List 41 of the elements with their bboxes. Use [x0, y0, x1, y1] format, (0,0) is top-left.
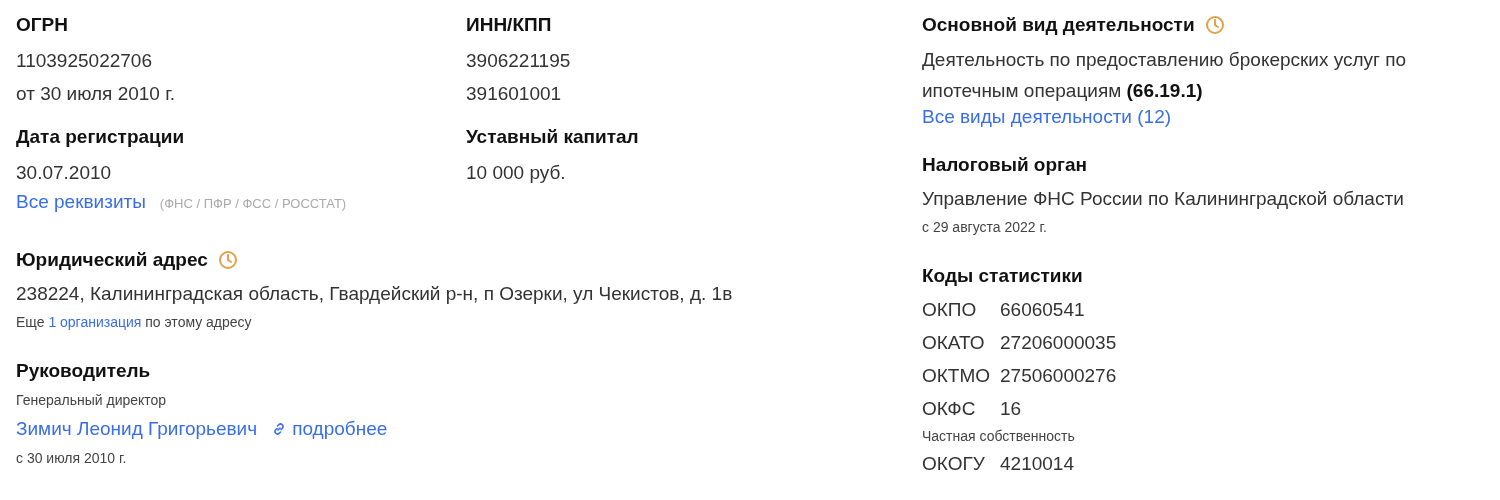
section-title: Юридический адрес — [16, 248, 208, 272]
activity-description: Деятельность по предоставлению брокерских услуг по ипотечным операциям (66.19.1) — [922, 48, 1408, 103]
section-title: Основной вид деятельности — [922, 13, 1195, 37]
section-title: Коды статистики — [922, 264, 1083, 288]
section-title: Налоговый орган — [922, 153, 1088, 177]
tax-authority-since: с 29 августа 2022 г. — [922, 218, 1047, 237]
code-label: ОКТМО — [922, 364, 992, 388]
address-note: Еще 1 организация по этому адресу — [16, 313, 252, 332]
code-label: ОКФС — [922, 397, 977, 421]
field-label: ОГРН — [16, 13, 68, 37]
code-value: 27506000276 — [1000, 364, 1117, 388]
organization-link[interactable]: 1 организация — [48, 314, 142, 330]
sources-note: (ФНС / ПФР / ФСС / РОССТАТ) — [159, 196, 347, 211]
manager-position: Генеральный директор — [16, 391, 167, 410]
clock-icon[interactable] — [217, 250, 238, 270]
field-value: от 30 июля 2010 г. — [16, 82, 176, 106]
clock-icon[interactable] — [1204, 15, 1225, 35]
field-value: 10 000 руб. — [466, 161, 566, 185]
field-value: 30.07.2010 — [16, 161, 112, 185]
field-label: ИНН/КПП — [466, 13, 552, 37]
tax-authority-value: Управление ФНС России по Калининградской области — [922, 187, 1404, 211]
code-label: ОКПО — [922, 298, 978, 322]
field-value: 3906221195 — [466, 49, 571, 73]
section-title: Руководитель — [16, 359, 151, 383]
code-label: ОКАТО — [922, 331, 986, 355]
manager-since: с 30 июля 2010 г. — [16, 449, 127, 468]
code-value: 27206000035 — [1000, 331, 1117, 355]
code-value: 4210014 — [1000, 452, 1075, 476]
details-link[interactable]: подробнее — [271, 412, 388, 446]
field-label: Уставный капитал — [466, 125, 639, 149]
code-value: 16 — [1000, 397, 1023, 421]
manager-name-link[interactable]: Зимич Леонид Григорьевич — [16, 412, 258, 446]
field-value: 1103925022706 — [16, 49, 152, 73]
field-value: 391601001 — [466, 82, 562, 106]
field-label: Дата регистрации — [16, 125, 185, 149]
all-activities-link[interactable]: Все виды деятельности (12) — [922, 106, 1172, 128]
requisites-link[interactable]: Все реквизиты — [16, 191, 146, 213]
code-value: 66060541 — [1000, 298, 1086, 322]
code-label: ОКОГУ — [922, 452, 986, 476]
code-note: Частная собственность — [922, 427, 1076, 446]
address-value: 238224, Калининградская область, Гвардейский р-н, п Озерки, ул Чекистов, д. 1в — [16, 282, 733, 306]
